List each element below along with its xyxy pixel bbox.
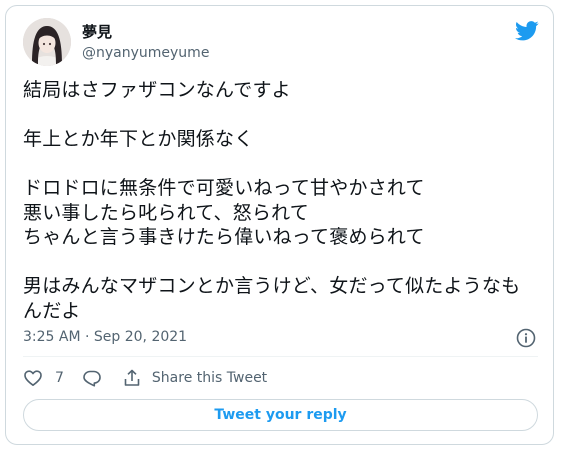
divider — [23, 356, 538, 357]
tweet-timestamp[interactable]: 3:25 AM · Sep 20, 2021 — [23, 328, 187, 346]
twitter-bird-icon[interactable] — [515, 21, 539, 41]
share-label: Share this Tweet — [151, 370, 268, 386]
author-name[interactable]: 夢見 — [82, 23, 112, 41]
action-bar: 7 Share this Tweet — [23, 367, 267, 389]
avatar-image — [23, 18, 71, 66]
heart-icon — [24, 370, 42, 386]
like-count: 7 — [55, 370, 64, 386]
reply-button[interactable] — [82, 368, 102, 388]
avatar[interactable] — [23, 18, 71, 66]
share-button[interactable]: Share this Tweet — [122, 368, 267, 388]
tweet-text: 結局はさファザコンなんですよ 年上とか年下とか関係なく ドロドロに無条件で可愛い… — [23, 79, 521, 322]
reply-bubble-icon — [83, 370, 101, 387]
like-button[interactable]: 7 — [23, 368, 64, 388]
tweet-card: 夢見 @nyanyumeyume 結局はさファザコンなんですよ 年上とか年下とか… — [5, 5, 554, 445]
tweet-reply-button[interactable]: Tweet your reply — [23, 399, 538, 431]
author-handle[interactable]: @nyanyumeyume — [82, 44, 209, 62]
info-icon[interactable] — [516, 328, 536, 348]
share-icon — [124, 369, 140, 386]
